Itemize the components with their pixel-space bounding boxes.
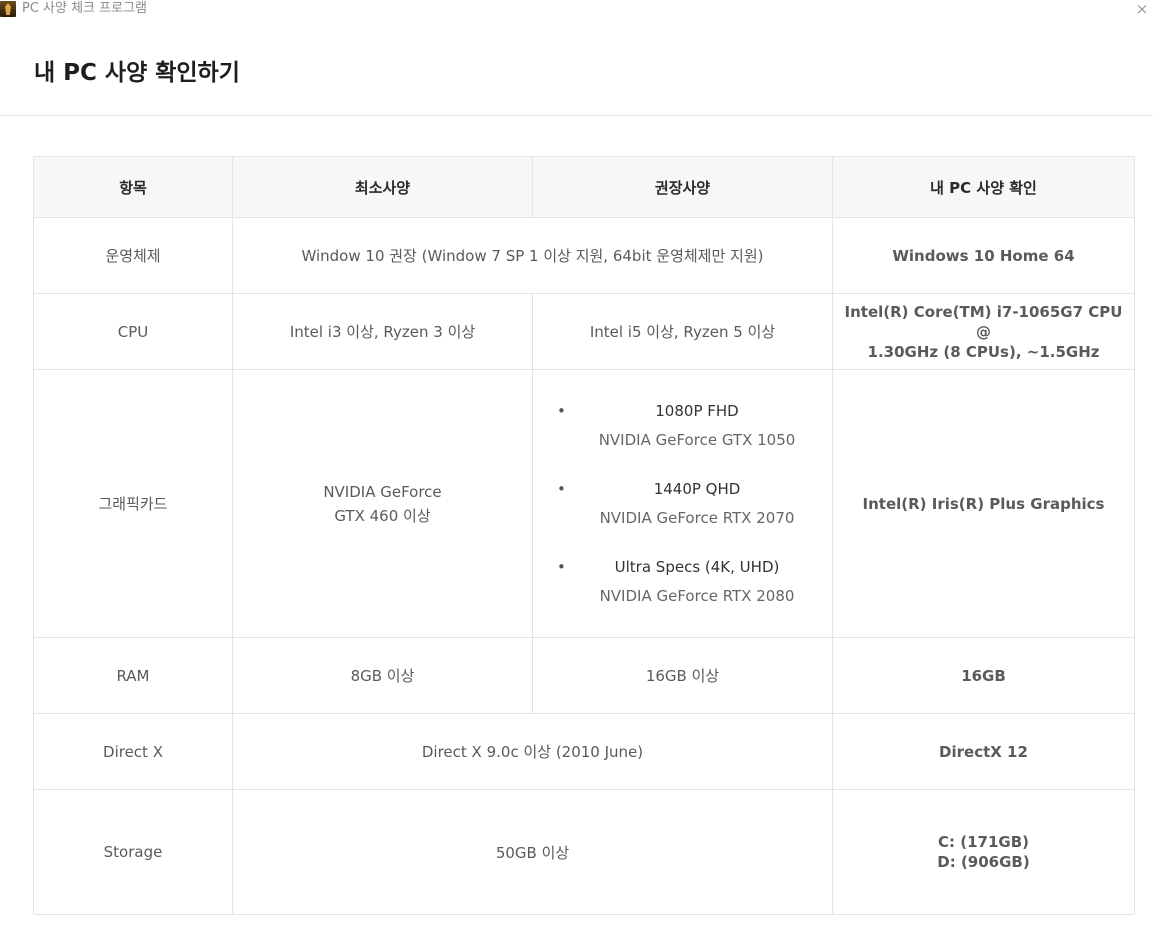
directx-mine-value: DirectX 12 bbox=[832, 713, 1135, 790]
table-row-cpu: CPU Intel i3 이상, Ryzen 3 이상 Intel i5 이상,… bbox=[33, 293, 1135, 370]
table-row-directx: Direct X Direct X 9.0c 이상 (2010 June) Di… bbox=[33, 713, 1135, 790]
table-header-row: 항목 최소사양 권장사양 내 PC 사양 확인 bbox=[33, 156, 1135, 218]
list-item: 1080P FHD NVIDIA GeForce GTX 1050 bbox=[557, 397, 824, 455]
gpu-tier-card: NVIDIA GeForce RTX 2080 bbox=[599, 586, 795, 605]
gpu-recommended-list: 1080P FHD NVIDIA GeForce GTX 1050 1440P … bbox=[532, 369, 833, 638]
table-row-storage: Storage 50GB 이상 C: (171GB) D: (906GB) bbox=[33, 789, 1135, 915]
cpu-minimum: Intel i3 이상, Ryzen 3 이상 bbox=[232, 293, 533, 370]
ram-mine-value: 16GB bbox=[832, 637, 1135, 714]
cpu-mine-value: Intel(R) Core(TM) i7-1065G7 CPU @ 1.30GH… bbox=[832, 293, 1135, 370]
os-mine-value: Windows 10 Home 64 bbox=[832, 217, 1135, 294]
gpu-tier-title: 1440P QHD bbox=[557, 475, 824, 504]
storage-item-label: Storage bbox=[33, 789, 233, 915]
close-button[interactable]: × bbox=[1133, 0, 1151, 18]
gpu-minimum: NVIDIA GeForce GTX 460 이상 bbox=[232, 369, 533, 638]
storage-mine-line1: C: (171GB) bbox=[938, 833, 1029, 851]
title-bar: PC 사양 체크 프로그램 × bbox=[0, 0, 1153, 20]
page-title: 내 PC 사양 확인하기 bbox=[34, 60, 240, 86]
directx-item-label: Direct X bbox=[33, 713, 233, 790]
storage-mine-line2: D: (906GB) bbox=[937, 853, 1030, 871]
cpu-mine-line2: 1.30GHz (8 CPUs), ~1.5GHz bbox=[867, 342, 1100, 361]
header-mine: 내 PC 사양 확인 bbox=[832, 156, 1135, 218]
list-item: 1440P QHD NVIDIA GeForce RTX 2070 bbox=[557, 475, 824, 533]
header-recommended: 권장사양 bbox=[532, 156, 833, 218]
os-requirement: Window 10 권장 (Window 7 SP 1 이상 지원, 64bit… bbox=[232, 217, 833, 294]
storage-requirement: 50GB 이상 bbox=[232, 789, 833, 915]
storage-mine-value: C: (171GB) D: (906GB) bbox=[832, 789, 1135, 915]
list-item: Ultra Specs (4K, UHD) NVIDIA GeForce RTX… bbox=[557, 553, 824, 611]
gpu-tier-card: NVIDIA GeForce RTX 2070 bbox=[599, 508, 795, 527]
table-row-gpu: 그래픽카드 NVIDIA GeForce GTX 460 이상 1080P FH… bbox=[33, 369, 1135, 638]
directx-requirement: Direct X 9.0c 이상 (2010 June) bbox=[232, 713, 833, 790]
cpu-item-label: CPU bbox=[33, 293, 233, 370]
gpu-tier-title: Ultra Specs (4K, UHD) bbox=[557, 553, 824, 582]
app-logo-icon bbox=[0, 1, 16, 17]
gpu-item-label: 그래픽카드 bbox=[33, 369, 233, 638]
ram-recommended: 16GB 이상 bbox=[532, 637, 833, 714]
spec-table: 항목 최소사양 권장사양 내 PC 사양 확인 운영체제 Window 10 권… bbox=[33, 156, 1135, 915]
header-item: 항목 bbox=[33, 156, 233, 218]
cpu-recommended: Intel i5 이상, Ryzen 5 이상 bbox=[532, 293, 833, 370]
gpu-minimum-line1: NVIDIA GeForce bbox=[323, 482, 442, 501]
gpu-tier-title: 1080P FHD bbox=[557, 397, 824, 426]
ram-minimum: 8GB 이상 bbox=[232, 637, 533, 714]
cpu-mine-line1: Intel(R) Core(TM) i7-1065G7 CPU @ bbox=[844, 302, 1123, 341]
os-item-label: 운영체제 bbox=[33, 217, 233, 294]
table-row-ram: RAM 8GB 이상 16GB 이상 16GB bbox=[33, 637, 1135, 714]
gpu-minimum-line2: GTX 460 이상 bbox=[334, 506, 431, 525]
gpu-mine-value: Intel(R) Iris(R) Plus Graphics bbox=[832, 369, 1135, 638]
header-divider bbox=[0, 115, 1153, 116]
header-minimum: 최소사양 bbox=[232, 156, 533, 218]
gpu-tier-card: NVIDIA GeForce GTX 1050 bbox=[598, 430, 796, 449]
table-row-os: 운영체제 Window 10 권장 (Window 7 SP 1 이상 지원, … bbox=[33, 217, 1135, 294]
ram-item-label: RAM bbox=[33, 637, 233, 714]
window-title: PC 사양 체크 프로그램 bbox=[22, 1, 147, 16]
